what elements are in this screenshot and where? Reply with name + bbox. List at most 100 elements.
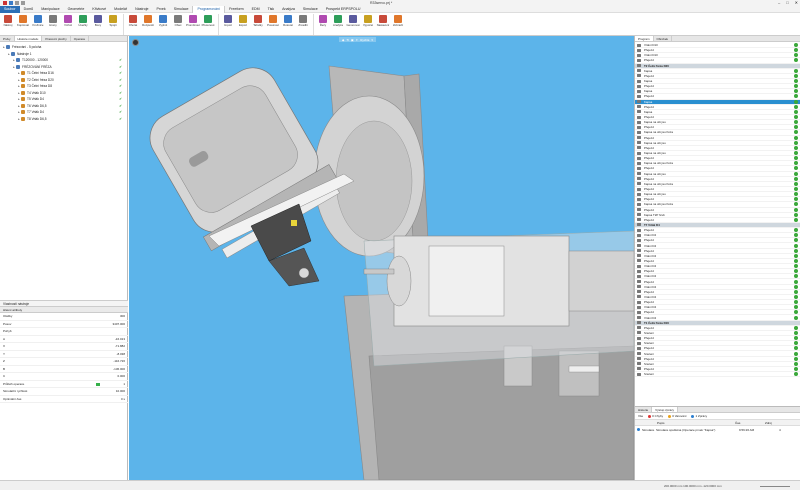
menu-item[interactable]: Programování — [192, 5, 226, 13]
ribbon-button[interactable]: Export — [236, 13, 250, 36]
tab-left[interactable]: Historie modelu — [14, 36, 43, 41]
menu-item[interactable]: Prvek — [153, 6, 170, 13]
tree-item-label: T5 Vrták D4 — [27, 97, 44, 102]
undo-icon[interactable] — [15, 1, 19, 5]
menu-item[interactable]: Simulace — [170, 6, 193, 13]
tab-right[interactable]: Program — [635, 36, 654, 41]
ribbon-button[interactable]: Generovat — [346, 13, 360, 36]
menu-item[interactable]: Soubor — [0, 5, 20, 13]
tool-icon — [16, 58, 20, 63]
menu-item[interactable]: Modelář — [110, 6, 131, 13]
ribbon-button[interactable]: Posunout — [266, 13, 280, 36]
operation-icon — [637, 58, 641, 62]
ribbon-button[interactable]: Nástroj — [1, 13, 15, 36]
status-ok-icon — [794, 269, 798, 274]
operation-icon — [637, 115, 641, 119]
operation-icon — [637, 290, 641, 294]
status-ok-icon — [794, 274, 798, 279]
tree-item-label: T6 Vrták D6,5 — [27, 103, 47, 108]
status-ok-icon — [794, 89, 798, 94]
ribbon-button[interactable]: Boxy — [91, 13, 105, 36]
operation-label: Přejezd — [644, 269, 654, 274]
menu-item[interactable]: Nástroje — [131, 6, 152, 13]
checkmark-icon: ✔ — [119, 90, 122, 95]
filter-errors-button[interactable]: 0 Chyby — [648, 414, 663, 418]
ribbon-button[interactable]: Kopírovat — [16, 13, 30, 36]
property-value[interactable]: 1 — [38, 382, 128, 386]
menu-item[interactable]: Analýza — [278, 6, 299, 13]
menu-item[interactable]: Simulace — [299, 6, 322, 13]
operation-label: Vrtání D4 — [644, 315, 657, 320]
ribbon-button[interactable]: Vrchol — [61, 13, 75, 36]
ribbon-tool-icon — [174, 15, 182, 23]
property-value[interactable]: 0.000 — [38, 374, 128, 378]
operation-icon — [637, 238, 641, 242]
tab-left[interactable]: Operace — [71, 36, 90, 41]
property-value[interactable]: 0 s — [38, 397, 128, 401]
ribbon-button[interactable]: Import — [221, 13, 235, 36]
menu-item[interactable]: Freeform — [225, 6, 248, 13]
property-value[interactable]: 3407.000 — [38, 322, 128, 326]
ribbon-button[interactable]: Řezy — [316, 13, 330, 36]
property-value[interactable]: 10.000 — [38, 389, 128, 393]
ribbon-button[interactable]: Vyplnit — [156, 13, 170, 36]
operation-label: Přejezd — [644, 125, 654, 130]
zoom-slider[interactable] — [760, 486, 790, 487]
tab-right[interactable]: Obrobek — [654, 36, 673, 41]
properties-title: Vlastnosti nástroje — [0, 300, 128, 307]
tree-item-label: Frézování - 5 poloha — [12, 45, 42, 50]
ribbon-button[interactable]: Analýza — [331, 13, 345, 36]
ribbon-button[interactable]: Promítnout — [186, 13, 200, 36]
operation-icon — [637, 321, 641, 325]
operation-row[interactable]: Srazení — [635, 372, 800, 378]
ribbon-separator — [313, 14, 314, 35]
ribbon-button[interactable]: Spojit — [106, 13, 120, 36]
menu-item[interactable]: Křivkové — [88, 6, 110, 13]
tool-icon — [11, 51, 15, 56]
menu-item[interactable]: Prospekt ERPSPOLU — [322, 6, 365, 13]
ribbon-button[interactable]: Výpočet — [361, 13, 375, 36]
ribbon-button[interactable]: Přesunout — [201, 13, 215, 36]
property-value[interactable]: -71.882 — [38, 344, 128, 348]
operation-label: Přejezd — [644, 325, 654, 330]
filter-info-button[interactable]: 1 Zprávy — [691, 414, 707, 418]
ribbon-button[interactable]: Hrany — [46, 13, 60, 36]
operation-icon — [637, 161, 641, 165]
tab-left[interactable]: Pracovní plochy — [42, 36, 71, 41]
tab-left[interactable]: Prvky — [0, 36, 15, 41]
status-ok-icon — [794, 79, 798, 84]
property-value[interactable]: -8.038 — [38, 352, 128, 356]
menu-item[interactable]: EDM — [248, 6, 264, 13]
tab-message[interactable]: Historie — [635, 407, 653, 412]
ribbon-button[interactable]: Zobrazit — [391, 13, 405, 36]
menu-item[interactable]: Manipulace — [37, 6, 63, 13]
ribbon-button[interactable]: Nastavení — [376, 13, 390, 36]
property-value[interactable]: 300 — [38, 314, 128, 318]
operation-label: Vrtání D4 — [644, 253, 657, 258]
status-ok-icon — [794, 243, 798, 248]
save-icon[interactable] — [9, 1, 13, 5]
redo-icon[interactable] — [21, 1, 25, 5]
ribbon-button[interactable]: Rotovat — [281, 13, 295, 36]
ribbon-button[interactable]: Tabulky — [251, 13, 265, 36]
filter-all-button[interactable]: Vše — [638, 414, 643, 418]
ribbon-button[interactable]: Zrcadlit — [296, 13, 310, 36]
ribbon-button[interactable]: Ořezat — [126, 13, 140, 36]
filter-warnings-button[interactable]: 0 Varování — [668, 414, 686, 418]
tree-item[interactable]: ▸ T8 Vrták D6,5 ✔ — [0, 116, 127, 123]
property-value[interactable]: -136.000 — [38, 367, 128, 371]
ribbon-tool-icon — [4, 15, 12, 23]
ribbon-button[interactable]: Úsečky — [76, 13, 90, 36]
tab-message[interactable]: Výstup zprávy — [652, 407, 679, 412]
property-value[interactable]: -116.726 — [38, 359, 128, 363]
menu-item[interactable]: Domů — [20, 6, 38, 13]
ribbon-button[interactable]: Rozpustit — [141, 13, 155, 36]
property-key: Posuv — [3, 321, 12, 326]
menu-item[interactable]: Tisk — [264, 6, 278, 13]
property-value[interactable]: -16.013 — [38, 337, 128, 341]
menu-item[interactable]: Geometrie — [64, 6, 89, 13]
3d-viewport[interactable]: ◆ ⟲ ▣ ✦ Rychlé ▾ — [129, 36, 634, 480]
ribbon-button[interactable]: Ofset — [171, 13, 185, 36]
ribbon-button[interactable]: Kružnice — [31, 13, 45, 36]
message-row[interactable]: Simulace Simulace spuštěna (Operace prve… — [635, 426, 800, 433]
